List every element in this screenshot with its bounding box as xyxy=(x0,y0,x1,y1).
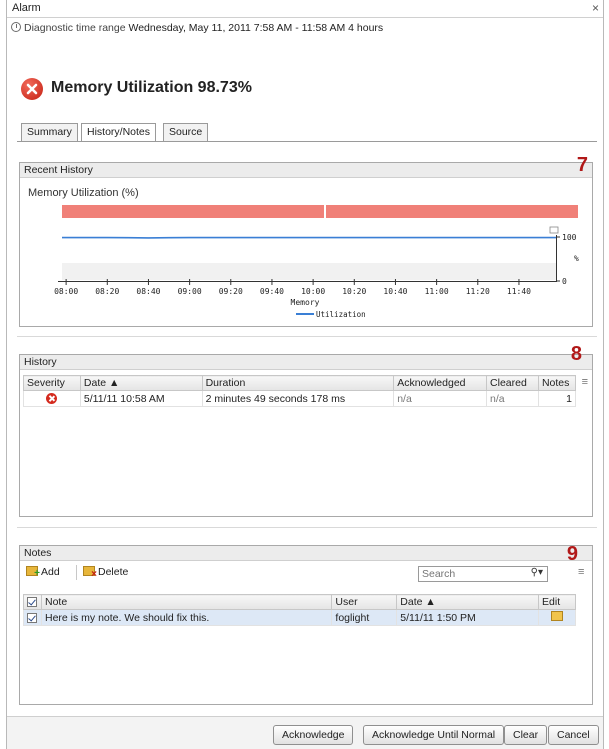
x-tick-label: 08:40 xyxy=(136,287,160,296)
col-notes[interactable]: Notes xyxy=(537,375,577,391)
memory-utilization-chart: 100 0% 08:00 08:20 08:40 09:00 09:20 09:40 10:00… xyxy=(54,205,579,319)
alarm-title: Memory Utilization 98.73% xyxy=(51,79,252,96)
x-tick-label: 10:20 xyxy=(342,287,366,296)
tab-underline xyxy=(17,141,597,142)
callout-number: 8 xyxy=(570,343,582,365)
legend-label: Utilization xyxy=(316,310,366,319)
plot-band xyxy=(62,263,556,280)
add-note-icon xyxy=(26,566,40,579)
chart-title: Memory Utilization (%) xyxy=(28,187,139,199)
search-input[interactable] xyxy=(419,567,519,581)
error-icon xyxy=(21,78,43,100)
add-note-button[interactable]: Add xyxy=(26,566,60,579)
title-bar: Alarm × xyxy=(7,0,603,18)
x-tick-label: 09:40 xyxy=(260,287,284,296)
x-tick-label: 10:40 xyxy=(383,287,407,296)
clock-icon xyxy=(11,22,21,32)
table-row[interactable]: 5/11/11 10:58 AM 2 minutes 49 seconds 17… xyxy=(23,390,577,407)
y-tick-label: 100 xyxy=(562,233,577,242)
select-all-cell[interactable] xyxy=(23,594,42,610)
x-tick-label: 11:00 xyxy=(425,287,449,296)
col-cleared[interactable]: Cleared xyxy=(486,375,539,391)
user-cell: foglight xyxy=(331,609,398,626)
history-table: Severity Date ▲ Duration Acknowledged Cl… xyxy=(23,375,577,407)
col-severity[interactable]: Severity xyxy=(23,375,81,391)
acknowledged-cell: n/a xyxy=(393,390,488,407)
recent-history-header: Recent History xyxy=(20,163,592,178)
toolbar-divider xyxy=(76,565,77,580)
row-select-cell[interactable] xyxy=(23,609,42,626)
delete-note-icon xyxy=(83,566,97,580)
date-cell: 5/11/11 10:58 AM xyxy=(79,390,203,407)
x-tick-label: 11:20 xyxy=(466,287,490,296)
col-note[interactable]: Note xyxy=(40,594,333,610)
range-value: Wednesday, May 11, 2011 7:58 AM - 11:58 … xyxy=(128,22,384,34)
column-settings-icon[interactable]: ≡ xyxy=(582,376,588,388)
col-duration[interactable]: Duration xyxy=(201,375,395,391)
y-tick-label: 0 xyxy=(562,277,567,286)
table-row[interactable]: Here is my note. We should fix this. fog… xyxy=(23,609,576,626)
error-icon xyxy=(46,393,58,405)
notes-count-cell: 1 xyxy=(537,390,577,407)
notes-panel: Notes 9 Add Delete ⚲▾ ≡ Note User Date ▲… xyxy=(19,543,593,705)
cleared-cell: n/a xyxy=(486,390,539,407)
chart-options-icon xyxy=(549,226,559,234)
date-cell: 5/11/11 1:50 PM xyxy=(396,609,540,626)
search-icon[interactable]: ⚲▾ xyxy=(531,567,543,578)
add-label: Add xyxy=(41,566,60,578)
dialog-footer: Acknowledge Acknowledge Until Normal Cle… xyxy=(7,716,603,749)
severity-cell xyxy=(23,390,81,407)
range-label: Diagnostic time range xyxy=(24,22,126,34)
search-box[interactable]: ⚲▾ xyxy=(418,566,548,582)
notes-header: Notes xyxy=(20,546,592,561)
table-header-row: Severity Date ▲ Duration Acknowledged Cl… xyxy=(23,375,577,391)
alarm-band-segment xyxy=(326,205,578,218)
x-tick-label: 09:00 xyxy=(178,287,202,296)
history-header: History xyxy=(20,355,592,370)
window-title: Alarm xyxy=(12,2,41,14)
alarm-band-segment xyxy=(62,205,324,218)
x-tick-label: 10:00 xyxy=(301,287,325,296)
col-user[interactable]: User xyxy=(331,594,398,610)
diagnostic-time-range: Diagnostic time range Wednesday, May 11,… xyxy=(11,22,383,34)
clear-button[interactable]: Clear xyxy=(504,725,548,745)
column-settings-icon[interactable]: ≡ xyxy=(578,566,584,578)
delete-label: Delete xyxy=(98,566,129,578)
tab-history-notes[interactable]: History/Notes xyxy=(81,123,157,142)
x-tick-label: 11:40 xyxy=(507,287,531,296)
acknowledge-button[interactable]: Acknowledge xyxy=(273,725,354,745)
recent-history-panel: Recent History 7 Memory Utilization (%) … xyxy=(19,154,593,327)
tab-source[interactable]: Source xyxy=(163,123,209,141)
delete-note-button[interactable]: Delete xyxy=(83,566,129,580)
table-header-row: Note User Date ▲ Edit xyxy=(23,594,576,610)
edit-cell[interactable] xyxy=(538,609,576,626)
col-acknowledged[interactable]: Acknowledged xyxy=(393,375,488,391)
x-tick-label: 09:20 xyxy=(219,287,243,296)
duration-cell: 2 minutes 49 seconds 178 ms xyxy=(201,390,395,407)
edit-icon[interactable] xyxy=(551,611,563,621)
section-divider xyxy=(17,527,597,528)
notes-table: Note User Date ▲ Edit Here is my note. W… xyxy=(23,594,576,626)
callout-number: 7 xyxy=(576,154,588,176)
tab-summary[interactable]: Summary xyxy=(21,123,78,141)
section-divider xyxy=(17,336,597,337)
x-tick-label: 08:00 xyxy=(54,287,78,296)
row-checkbox[interactable] xyxy=(27,612,37,623)
x-tick-label: 08:20 xyxy=(95,287,119,296)
alarm-window: Alarm × Diagnostic time range Wednesday,… xyxy=(6,0,604,749)
history-panel: History 8 Severity Date ▲ Duration Ackno… xyxy=(19,343,593,517)
close-icon[interactable]: × xyxy=(592,1,599,15)
col-edit: Edit xyxy=(538,594,576,610)
acknowledge-until-normal-button[interactable]: Acknowledge Until Normal xyxy=(363,725,505,745)
col-date[interactable]: Date ▲ xyxy=(79,375,203,391)
x-axis-label: Memory xyxy=(291,298,320,307)
col-date[interactable]: Date ▲ xyxy=(396,594,540,610)
y-axis-label: % xyxy=(574,254,579,263)
select-all-checkbox[interactable] xyxy=(27,597,37,608)
note-cell: Here is my note. We should fix this. xyxy=(40,609,333,626)
cancel-button[interactable]: Cancel xyxy=(548,725,599,745)
notes-toolbar: Add Delete ⚲▾ ≡ xyxy=(23,563,589,583)
